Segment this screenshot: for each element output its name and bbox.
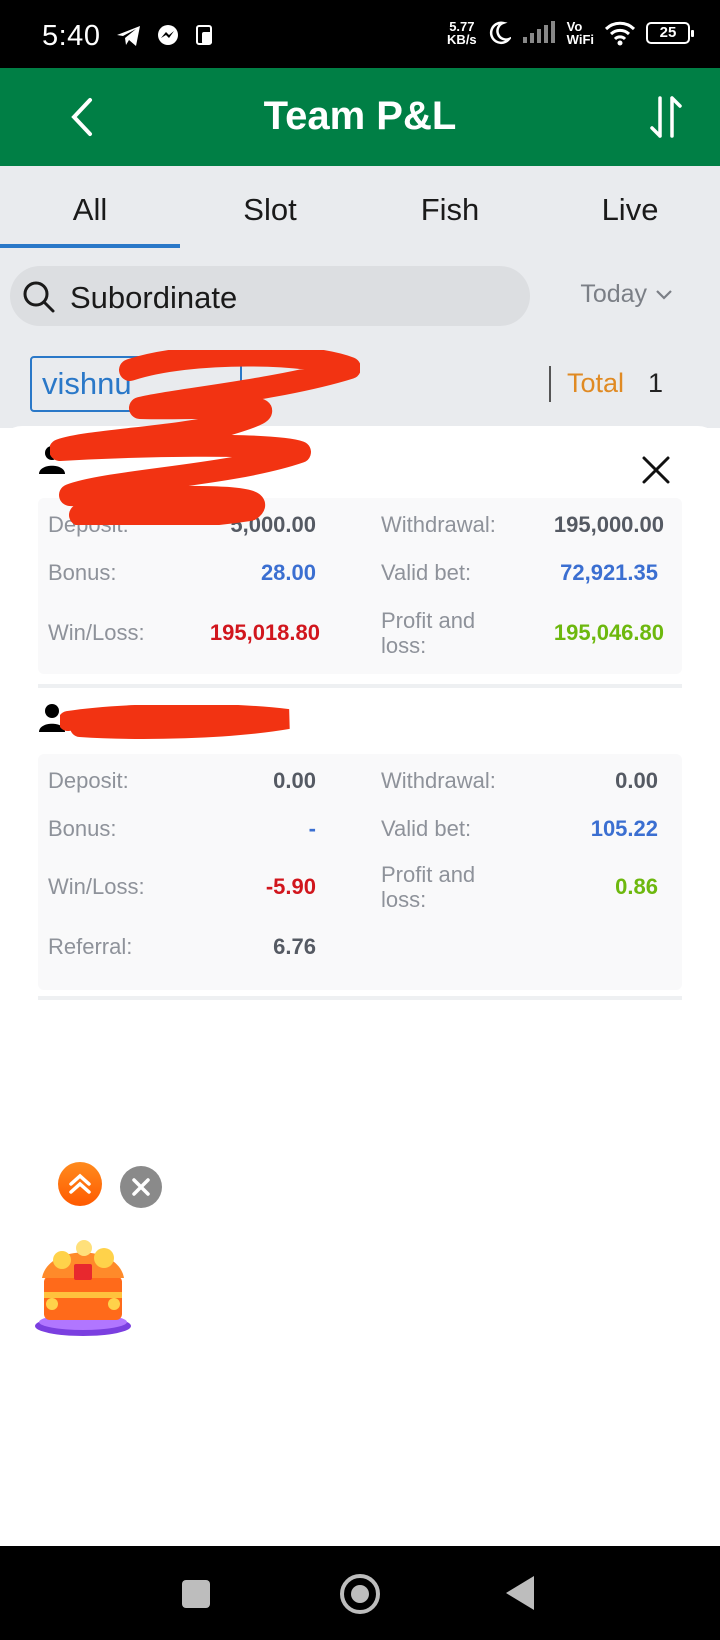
page-title: Team P&L: [263, 94, 457, 138]
total-label: Total: [567, 368, 625, 398]
search-icon: [23, 281, 55, 313]
withdrawal-label: Withdrawal:: [381, 768, 496, 793]
winloss-value: -5.90: [265, 874, 316, 899]
scroll-top-button[interactable]: [58, 1162, 102, 1206]
vowifi-label: Vo WiFi: [566, 19, 594, 47]
battery-indicator: 25: [646, 22, 694, 44]
divider: [549, 366, 551, 402]
status-time: 5:40: [42, 20, 101, 52]
pnl-value: 195,046.80: [553, 620, 664, 645]
search-label: Subordinate: [70, 280, 238, 315]
member-detail-sheet: Deposit: 5,000.00 Withdrawal: 195,000.00…: [0, 426, 720, 1546]
filter-row: vishnu Total 1: [0, 344, 720, 428]
chevron-down-icon: [656, 290, 672, 300]
deposit-value: 0.00: [273, 768, 316, 793]
category-tabs: All Slot Fish Live: [0, 166, 720, 248]
network-speed: 5.77 KB/s: [447, 19, 477, 47]
pnl-label: Profit and loss:: [381, 862, 476, 912]
bonus-value: 28.00: [260, 560, 316, 585]
sort-icon[interactable]: [646, 92, 686, 142]
pnl-label: Profit and loss:: [381, 608, 476, 658]
deposit-label: Deposit:: [48, 768, 129, 793]
stats-box: Deposit: 0.00 Withdrawal: 0.00 Bonus: - …: [38, 754, 682, 990]
date-range-dropdown[interactable]: Today: [580, 280, 674, 309]
valid-bet-label: Valid bet:: [381, 816, 472, 841]
user-icon: [39, 446, 65, 474]
bonus-label: Bonus:: [48, 816, 117, 841]
divider: [38, 996, 682, 1000]
recent-apps-button[interactable]: [182, 1580, 210, 1608]
signal-icon: [522, 21, 555, 43]
tab-slot[interactable]: Slot: [180, 166, 360, 248]
app-header: Team P&L: [0, 68, 720, 166]
subordinate-search[interactable]: Subordinate: [10, 266, 530, 326]
referral-value: 6.76: [273, 934, 316, 959]
app-notification-icon: [196, 25, 212, 45]
status-bar: 5:40 5.77 KB/s Vo WiFi 25: [0, 0, 720, 68]
withdrawal-label: Withdrawal:: [381, 512, 496, 537]
withdrawal-value: 195,000.00: [553, 512, 664, 537]
bonus-value: -: [308, 816, 316, 841]
winloss-value: 195,018.80: [209, 620, 320, 645]
search-row: Subordinate Today: [0, 248, 720, 344]
tab-fish[interactable]: Fish: [360, 166, 540, 248]
deposit-value: 5,000.00: [230, 512, 316, 537]
tab-live[interactable]: Live: [540, 166, 720, 248]
valid-bet-value: 105.22: [590, 816, 658, 841]
member-card: Deposit: 5,000.00 Withdrawal: 195,000.00…: [38, 426, 682, 674]
total-count: 1: [648, 368, 664, 398]
referral-label: Referral:: [48, 934, 133, 959]
user-filter-chip[interactable]: vishnu: [30, 356, 242, 412]
telegram-icon: [117, 26, 140, 46]
messenger-icon: [158, 25, 178, 45]
valid-bet-value: 72,921.35: [560, 560, 658, 585]
double-chevron-up-icon: [69, 1173, 91, 1194]
member-card: Deposit: 0.00 Withdrawal: 0.00 Bonus: - …: [38, 676, 682, 990]
deposit-label: Deposit:: [48, 512, 129, 537]
valid-bet-label: Valid bet:: [381, 560, 472, 585]
stats-box: Deposit: 5,000.00 Withdrawal: 195,000.00…: [38, 498, 682, 674]
bonus-label: Bonus:: [48, 560, 117, 585]
close-icon: [132, 1178, 150, 1196]
dismiss-promo-button[interactable]: [120, 1166, 162, 1208]
withdrawal-value: 0.00: [615, 768, 658, 793]
back-button[interactable]: [506, 1576, 534, 1610]
winloss-label: Win/Loss:: [48, 620, 145, 645]
winloss-label: Win/Loss:: [48, 874, 145, 899]
user-icon: [39, 704, 65, 732]
treasure-chest-promo[interactable]: [28, 1230, 138, 1340]
system-nav-bar: [0, 1546, 720, 1640]
date-range-label: Today: [580, 280, 648, 308]
wifi-icon: [604, 21, 636, 46]
pnl-value: 0.86: [615, 874, 658, 899]
tab-all[interactable]: All: [0, 166, 180, 248]
moon-icon: [489, 21, 511, 45]
home-button[interactable]: [340, 1574, 380, 1614]
